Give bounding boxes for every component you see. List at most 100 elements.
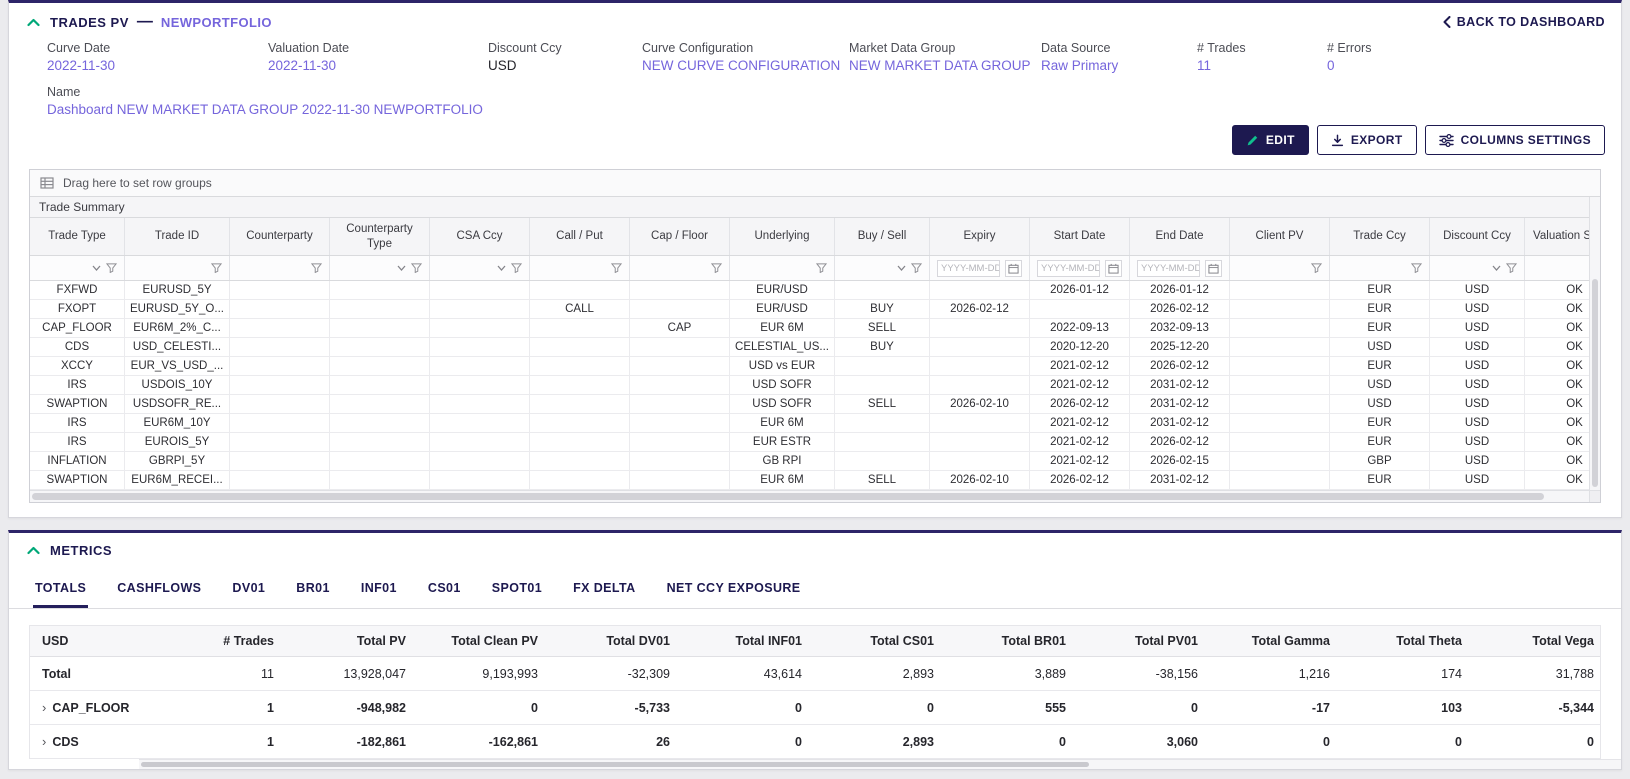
metrics-column-header-total-gamma: Total Gamma <box>1204 634 1336 648</box>
metrics-column-header-total-dv01: Total DV01 <box>544 634 676 648</box>
trade-cell: 2020-12-20 <box>1030 338 1130 356</box>
column-header-csa-ccy[interactable]: CSA Ccy <box>430 218 530 255</box>
column-filter-start-date: YYYY-MM-DD <box>1030 256 1130 280</box>
filter-funnel-icon[interactable] <box>106 263 117 273</box>
caret-down-icon[interactable] <box>92 265 101 271</box>
caret-down-icon[interactable] <box>1492 265 1501 271</box>
trade-cell: EUR6M_10Y <box>125 414 230 432</box>
caret-down-icon[interactable] <box>497 265 506 271</box>
column-header-trade-type[interactable]: Trade Type <box>30 218 125 255</box>
export-button[interactable]: EXPORT <box>1317 125 1417 155</box>
field-value-link[interactable]: NEW MARKET DATA GROUP <box>849 58 1033 73</box>
trade-cell: GB RPI <box>730 452 835 470</box>
vertical-scrollbar-thumb[interactable] <box>1592 279 1598 487</box>
trade-cell <box>930 357 1030 375</box>
metrics-row-cds[interactable]: ›CDS1-182,861-162,8612602,89303,060000 <box>30 725 1600 759</box>
field-value-link[interactable]: 0 <box>1327 58 1597 73</box>
calendar-icon[interactable] <box>1005 260 1022 277</box>
trade-row[interactable]: INFLATIONGBRPI_5YGB RPI2021-02-122026-02… <box>30 452 1589 471</box>
trade-row[interactable]: XCCYEUR_VS_USD_...USD vs EUR2021-02-1220… <box>30 357 1589 376</box>
trade-row[interactable]: SWAPTIONUSDSOFR_RE...USD SOFRSELL2026-02… <box>30 395 1589 414</box>
vertical-scrollbar[interactable] <box>1589 197 1600 490</box>
field-value-link[interactable]: Raw Primary <box>1041 58 1189 73</box>
column-header-client-pv[interactable]: Client PV <box>1230 218 1330 255</box>
column-header-counterparty-type[interactable]: Counterparty Type <box>330 218 430 255</box>
caret-down-icon[interactable] <box>897 265 906 271</box>
trade-cell: CAP_FLOOR <box>30 319 125 337</box>
filter-funnel-icon[interactable] <box>311 263 322 273</box>
tab-cashflows[interactable]: CASHFLOWS <box>115 572 203 608</box>
expand-chevron-icon[interactable]: › <box>42 701 46 714</box>
column-header-end-date[interactable]: End Date <box>1130 218 1230 255</box>
columns-settings-button[interactable]: COLUMNS SETTINGS <box>1425 125 1605 155</box>
portfolio-name-link[interactable]: NEWPORTFOLIO <box>161 15 272 30</box>
collapse-chevron-up-icon[interactable] <box>27 18 40 27</box>
metrics-horizontal-scrollbar[interactable] <box>139 759 1621 769</box>
collapse-chevron-up-icon[interactable] <box>27 546 40 555</box>
trade-cell <box>230 338 330 356</box>
tab-cs01[interactable]: CS01 <box>426 572 463 608</box>
horizontal-scrollbar-thumb[interactable] <box>32 493 1544 500</box>
trade-row[interactable]: SWAPTIONEUR6M_RECEI...EUR 6MSELL2026-02-… <box>30 471 1589 490</box>
column-header-trade-id[interactable]: Trade ID <box>125 218 230 255</box>
tab-dv01[interactable]: DV01 <box>230 572 267 608</box>
column-header-trade-ccy[interactable]: Trade Ccy <box>1330 218 1430 255</box>
tab-fx-delta[interactable]: FX DELTA <box>571 572 637 608</box>
field-value-link[interactable]: 2022-11-30 <box>47 58 260 73</box>
trade-cell <box>230 395 330 413</box>
trade-cell: 2021-02-12 <box>1030 376 1130 394</box>
filter-funnel-icon[interactable] <box>911 263 922 273</box>
expand-chevron-icon[interactable]: › <box>42 735 46 748</box>
column-header-start-date[interactable]: Start Date <box>1030 218 1130 255</box>
calendar-icon[interactable] <box>1205 260 1222 277</box>
column-header-discount-ccy[interactable]: Discount Ccy <box>1430 218 1525 255</box>
trade-row[interactable]: IRSEUR6M_10YEUR 6M2021-02-122031-02-12EU… <box>30 414 1589 433</box>
column-header-valuation-status[interactable]: Valuation Status <box>1525 218 1589 255</box>
trade-row[interactable]: FXFWDEURUSD_5YEUR/USD2026-01-122026-01-1… <box>30 281 1589 300</box>
edit-button[interactable]: EDIT <box>1232 125 1309 155</box>
filter-funnel-icon[interactable] <box>411 263 422 273</box>
column-header-counterparty[interactable]: Counterparty <box>230 218 330 255</box>
field-value-link[interactable]: NEW CURVE CONFIGURATION <box>642 58 841 73</box>
filter-funnel-icon[interactable] <box>711 263 722 273</box>
trade-row[interactable]: FXOPTEURUSD_5Y_O...CALLEUR/USDBUY2026-02… <box>30 300 1589 319</box>
tab-inf01[interactable]: INF01 <box>359 572 399 608</box>
trade-row[interactable]: CAP_FLOOREUR6M_2%_C...CAPEUR 6MSELL2022-… <box>30 319 1589 338</box>
metrics-column-header-total-pv01: Total PV01 <box>1072 634 1204 648</box>
date-filter-input[interactable]: YYYY-MM-DD <box>1037 260 1100 277</box>
metrics-horizontal-scrollbar-thumb[interactable] <box>141 762 1089 767</box>
column-header-buy-sell[interactable]: Buy / Sell <box>835 218 930 255</box>
trade-cell: 2026-02-12 <box>1130 300 1230 318</box>
tab-spot01[interactable]: SPOT01 <box>490 572 544 608</box>
column-header-underlying[interactable]: Underlying <box>730 218 835 255</box>
filter-funnel-icon[interactable] <box>211 263 222 273</box>
trade-cell: EUR <box>1330 433 1430 451</box>
filter-funnel-icon[interactable] <box>611 263 622 273</box>
filter-funnel-icon[interactable] <box>816 263 827 273</box>
name-field-value-link[interactable]: Dashboard NEW MARKET DATA GROUP 2022-11-… <box>47 102 1605 117</box>
column-header-call-put[interactable]: Call / Put <box>530 218 630 255</box>
caret-down-icon[interactable] <box>397 265 406 271</box>
filter-funnel-icon[interactable] <box>1506 263 1517 273</box>
calendar-icon[interactable] <box>1105 260 1122 277</box>
tab-net-ccy-exposure[interactable]: NET CCY EXPOSURE <box>665 572 803 608</box>
metrics-value: 174 <box>1336 667 1468 681</box>
field-value-link[interactable]: 11 <box>1197 58 1319 73</box>
filter-funnel-icon[interactable] <box>1411 263 1422 273</box>
tab-br01[interactable]: BR01 <box>294 572 332 608</box>
back-to-dashboard-link[interactable]: BACK TO DASHBOARD <box>1443 15 1605 29</box>
tab-totals[interactable]: TOTALS <box>33 572 88 608</box>
filter-funnel-icon[interactable] <box>1311 263 1322 273</box>
date-filter-input[interactable]: YYYY-MM-DD <box>937 260 1000 277</box>
trade-row[interactable]: IRSUSDOIS_10YUSD SOFR2021-02-122031-02-1… <box>30 376 1589 395</box>
trade-row[interactable]: IRSEUROIS_5YEUR ESTR2021-02-122026-02-12… <box>30 433 1589 452</box>
trade-cell <box>530 395 630 413</box>
horizontal-scrollbar[interactable] <box>30 491 1589 502</box>
metrics-row-cap-floor[interactable]: ›CAP_FLOOR1-948,9820-5,733005550-17103-5… <box>30 691 1600 725</box>
filter-funnel-icon[interactable] <box>511 263 522 273</box>
column-header-expiry[interactable]: Expiry <box>930 218 1030 255</box>
date-filter-input[interactable]: YYYY-MM-DD <box>1137 260 1200 277</box>
column-header-cap-floor[interactable]: Cap / Floor <box>630 218 730 255</box>
trade-row[interactable]: CDSUSD_CELESTI...CELESTIAL_US...BUY2020-… <box>30 338 1589 357</box>
field-value-link[interactable]: 2022-11-30 <box>268 58 480 73</box>
